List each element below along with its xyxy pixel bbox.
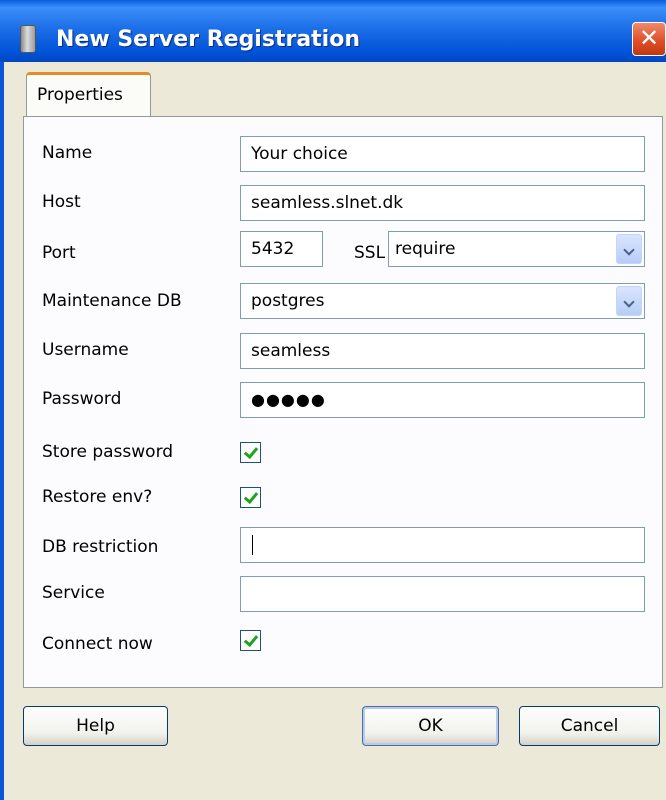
title-bar[interactable]: New Server Registration ✕: [0, 0, 666, 62]
ssl-select-value: require: [395, 239, 456, 259]
host-input[interactable]: seamless.slnet.dk: [240, 185, 645, 221]
maintenance-db-select-value: postgres: [251, 291, 325, 311]
text-cursor: [252, 535, 253, 555]
password-label: Password: [42, 389, 122, 409]
maintenance-db-select[interactable]: postgres: [240, 283, 645, 319]
username-input[interactable]: seamless: [240, 333, 645, 369]
tab-properties[interactable]: Properties: [26, 72, 151, 118]
close-button[interactable]: ✕: [632, 22, 666, 56]
ssl-select[interactable]: require: [388, 231, 645, 267]
db-restriction-label: DB restriction: [42, 537, 159, 557]
password-input[interactable]: ●●●●●: [240, 382, 645, 418]
ssl-label: SSL: [354, 243, 386, 263]
cancel-button[interactable]: Cancel: [519, 706, 660, 746]
maintenance-db-label: Maintenance DB: [42, 291, 182, 311]
help-button[interactable]: Help: [23, 706, 168, 746]
tab-properties-label: Properties: [37, 85, 123, 105]
window-border: [0, 62, 4, 800]
store-password-label: Store password: [42, 442, 174, 462]
port-input[interactable]: 5432: [240, 231, 323, 267]
username-label: Username: [42, 340, 129, 360]
name-label: Name: [42, 143, 93, 163]
chevron-down-icon[interactable]: [616, 234, 642, 264]
host-label: Host: [42, 192, 81, 212]
port-label: Port: [42, 243, 76, 263]
name-input[interactable]: Your choice: [240, 136, 645, 172]
chevron-down-icon[interactable]: [616, 286, 642, 316]
service-label: Service: [42, 583, 105, 603]
window-title: New Server Registration: [56, 27, 360, 52]
connect-now-label: Connect now: [42, 634, 153, 654]
restore-env-checkbox[interactable]: [240, 487, 261, 508]
ok-button[interactable]: OK: [362, 706, 499, 746]
db-restriction-input[interactable]: [240, 527, 645, 563]
restore-env-label: Restore env?: [42, 487, 153, 507]
service-input[interactable]: [240, 576, 645, 612]
new-server-registration-dialog: New Server Registration ✕ Properties Nam…: [0, 0, 666, 800]
store-password-checkbox[interactable]: [240, 442, 261, 463]
server-icon: [20, 25, 36, 53]
connect-now-checkbox[interactable]: [240, 630, 261, 651]
